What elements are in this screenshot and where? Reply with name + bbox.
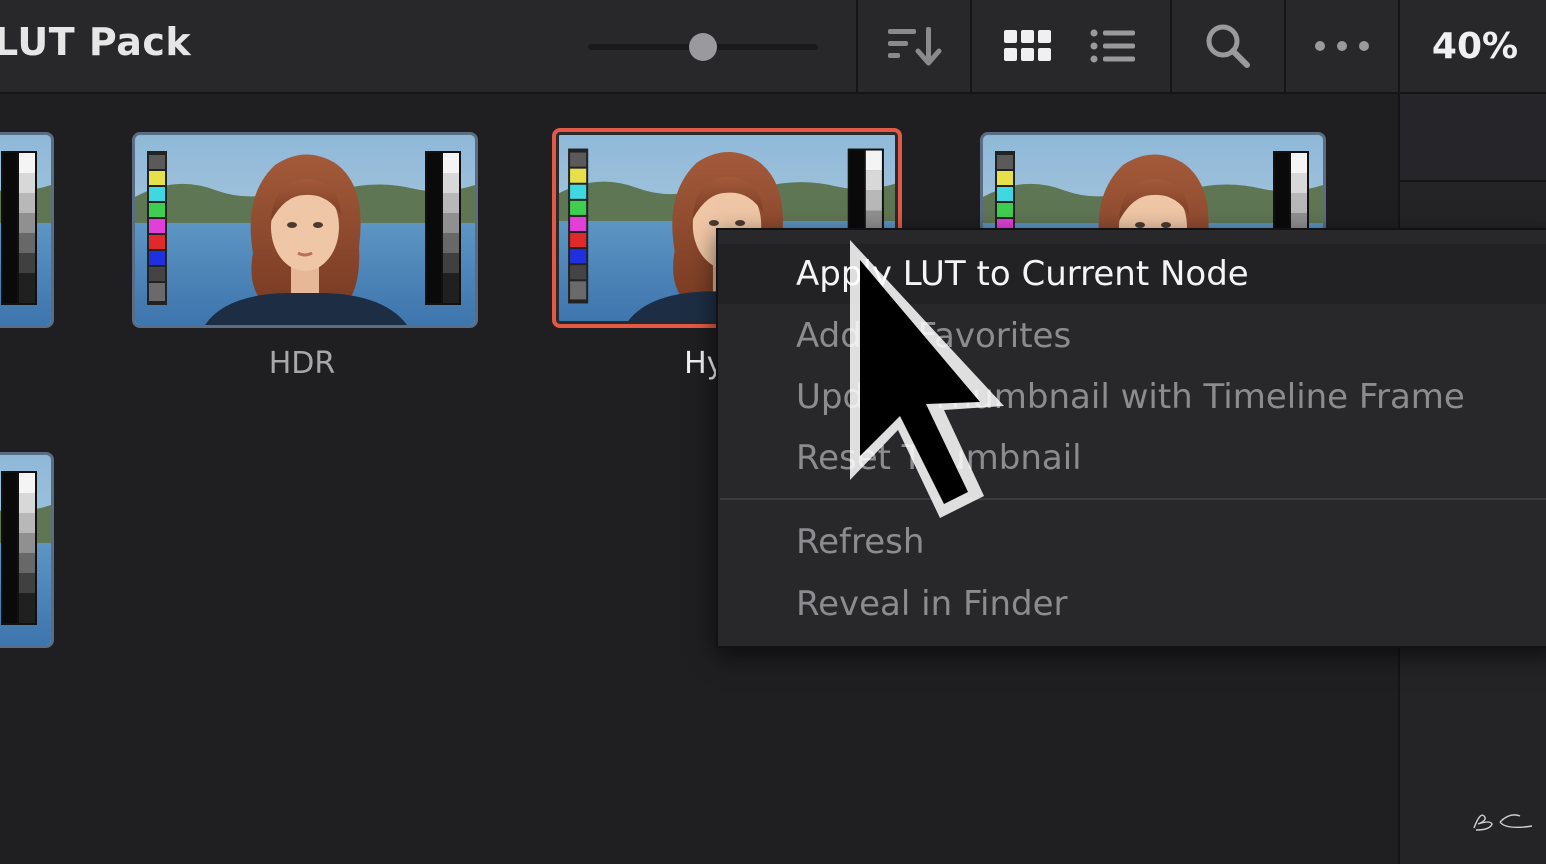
- sort-button[interactable]: [884, 18, 944, 74]
- toolbar-divider: [1398, 0, 1400, 92]
- search-button[interactable]: [1198, 18, 1258, 74]
- slider-handle[interactable]: [689, 33, 717, 61]
- zoom-percentage[interactable]: 40%: [1404, 26, 1546, 67]
- thumbnail-image: [0, 135, 51, 325]
- grid-view-icon: [1004, 30, 1051, 61]
- toolbar-divider: [1170, 0, 1172, 92]
- toolbar-divider: [1284, 0, 1286, 92]
- list-view-button[interactable]: [1084, 18, 1144, 74]
- list-view-icon: [1090, 29, 1135, 63]
- toolbar-divider: [970, 0, 972, 92]
- thumbnail-label: HDR: [268, 346, 336, 381]
- mouse-pointer-icon: [850, 240, 1004, 518]
- lut-browser-header: LUT Pack 40%: [0, 0, 1546, 94]
- lut-browser-window: LUT Pack 40% HDR Apply LUT to Current No…: [0, 0, 1546, 864]
- thumbnail-image: [135, 135, 475, 325]
- thumbnail-size-slider[interactable]: [588, 33, 818, 61]
- lut-thumbnail[interactable]: [0, 452, 54, 648]
- signature-watermark: [1473, 814, 1533, 831]
- lut-thumbnail[interactable]: [0, 132, 54, 328]
- grid-view-button[interactable]: [998, 18, 1058, 74]
- side-panel-header: [1400, 94, 1546, 182]
- menu-item-label: Reveal in Finder: [796, 584, 1068, 624]
- search-icon: [1206, 24, 1250, 68]
- thumbnail-image: [0, 455, 51, 645]
- sort-icon: [888, 27, 942, 66]
- more-options-icon: [1315, 41, 1369, 51]
- folder-title: LUT Pack: [0, 20, 192, 64]
- menu-item-reveal-in-finder[interactable]: Reveal in Finder: [718, 574, 1546, 634]
- lut-thumbnail-hdr[interactable]: [132, 132, 478, 328]
- more-options-button[interactable]: [1312, 18, 1372, 74]
- toolbar-divider: [856, 0, 858, 92]
